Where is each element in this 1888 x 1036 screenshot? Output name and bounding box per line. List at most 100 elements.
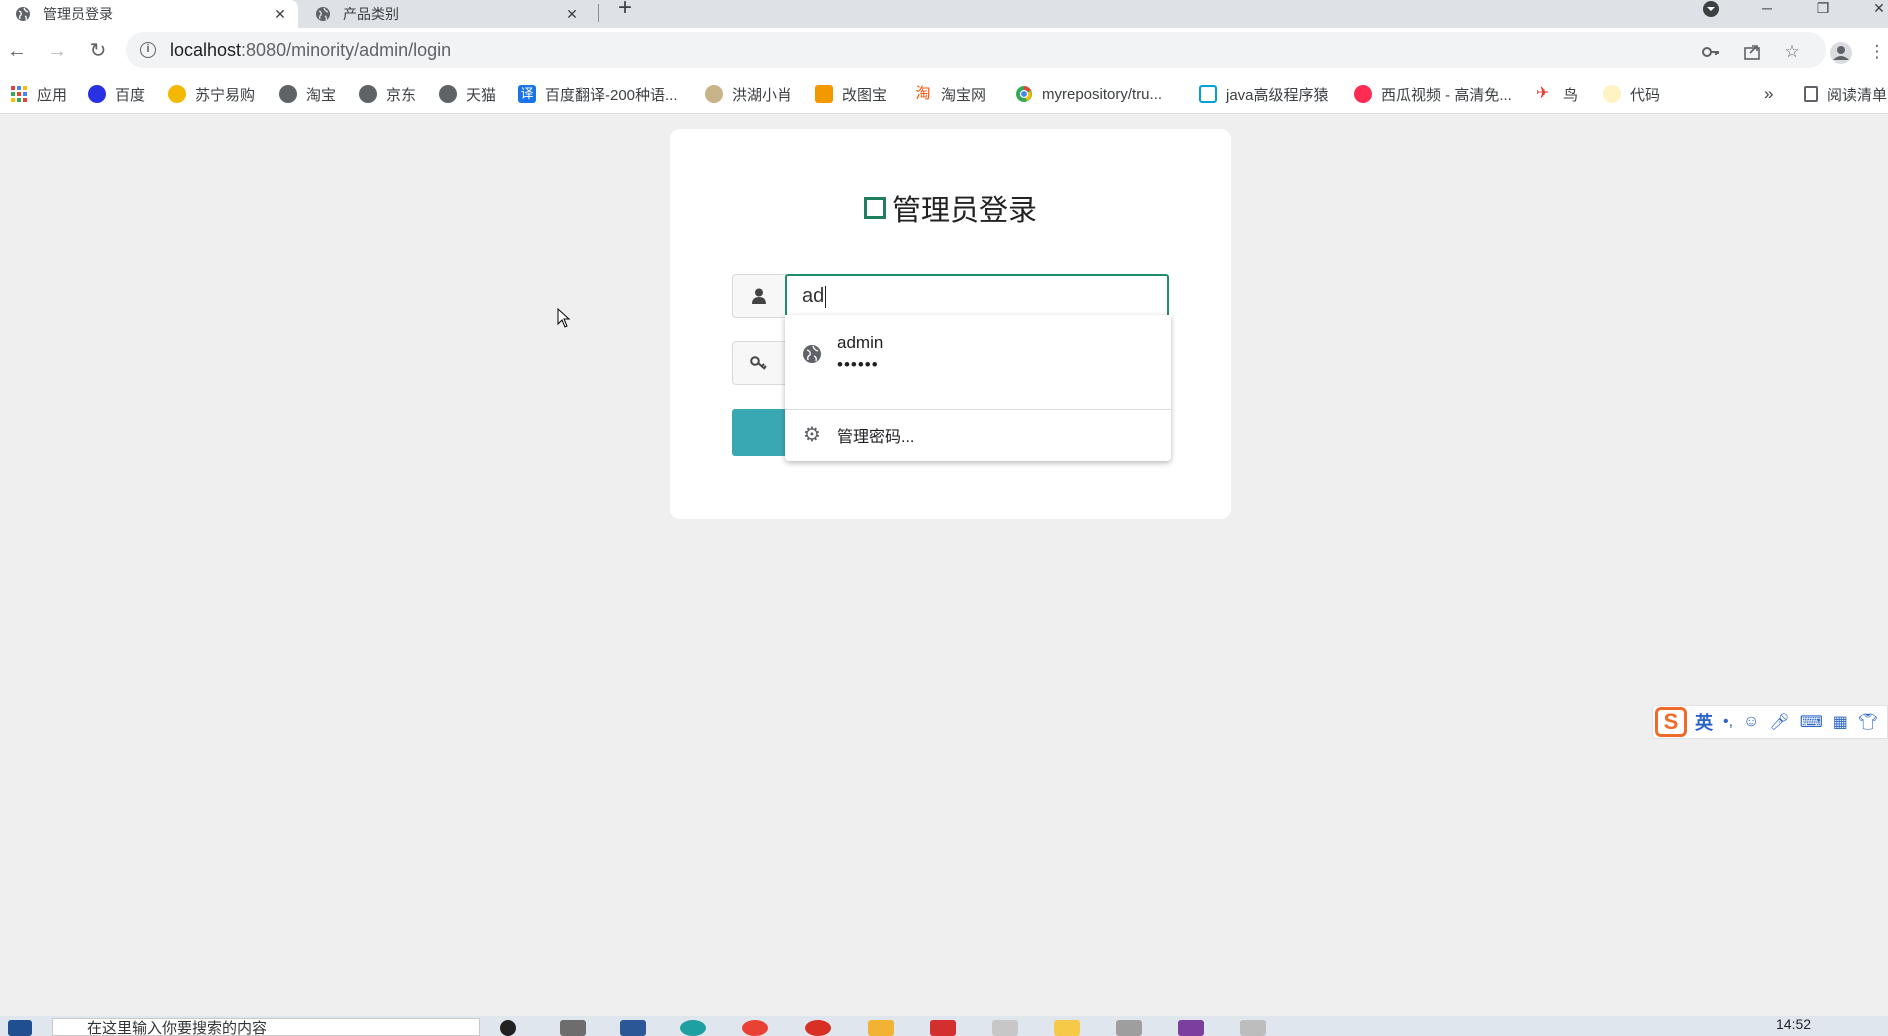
toolbox-icon[interactable]: ▦	[1833, 712, 1848, 732]
bookmark-item[interactable]: 淘 淘宝网	[914, 84, 986, 104]
system-clock[interactable]: 14:52	[1776, 1016, 1811, 1032]
bookmark-label: 淘宝网	[941, 86, 987, 104]
bookmark-item[interactable]: 京东	[359, 84, 416, 104]
sogou-logo-icon[interactable]: S	[1655, 707, 1687, 737]
bookmark-item[interactable]: 洪湖小肖	[705, 84, 792, 104]
start-button[interactable]	[8, 1020, 32, 1036]
saved-username: admin	[837, 333, 884, 352]
bookmark-label: 改图宝	[842, 86, 888, 104]
bookmark-item[interactable]: 苏宁易购	[168, 84, 255, 104]
new-tab-button[interactable]: +	[615, 0, 635, 20]
manage-passwords-item[interactable]: ⚙ 管理密码...	[785, 423, 1171, 447]
tab-separator	[598, 4, 599, 22]
close-icon[interactable]: ✕	[272, 6, 288, 23]
taobao-icon: 淘	[915, 85, 931, 102]
suning-icon	[168, 85, 186, 103]
bookmarks-overflow-button[interactable]: »	[1764, 84, 1773, 104]
bookmark-label: java高级程序猿	[1226, 86, 1329, 104]
user-icon	[752, 288, 766, 304]
window-close-button[interactable]: ✕	[1864, 0, 1888, 20]
app-icon[interactable]	[620, 1020, 646, 1036]
restore-button[interactable]: ❐	[1808, 0, 1838, 20]
reading-list-icon	[1804, 86, 1818, 102]
globe-icon	[439, 85, 457, 103]
emoji-icon[interactable]: ☺	[1743, 713, 1759, 731]
minimize-button[interactable]: ─	[1752, 0, 1782, 20]
address-bar[interactable]: i localhost:8080/minority/admin/login	[126, 32, 1826, 68]
site-info-icon[interactable]: i	[140, 42, 156, 58]
bookmark-item[interactable]: 百度	[88, 84, 145, 104]
text-caret	[825, 285, 827, 308]
globe-icon	[359, 85, 377, 103]
cortana-icon[interactable]	[500, 1020, 516, 1036]
forward-button[interactable]: →	[45, 40, 69, 64]
bookmark-item[interactable]: myrepository/tru...	[1015, 84, 1162, 104]
apps-grid-icon	[11, 86, 27, 102]
tab-product-category[interactable]: 产品类别 ✕	[300, 0, 590, 28]
bookmark-star-icon[interactable]: ☆	[1781, 42, 1803, 64]
app-icon[interactable]	[805, 1020, 831, 1036]
bookmark-item[interactable]: 译 百度翻译-200种语...	[518, 84, 678, 104]
profile-avatar[interactable]	[1830, 42, 1852, 64]
skin-icon[interactable]: 👕︎	[1858, 712, 1878, 732]
bookmark-label: 百度翻译-200种语...	[545, 86, 678, 104]
chrome-icon	[1016, 86, 1032, 102]
globe-icon	[279, 85, 297, 103]
taskbar: 在这里输入你要搜索的内容 14:52	[0, 1016, 1888, 1036]
manage-passwords-label: 管理密码...	[837, 429, 915, 446]
reading-list-button[interactable]: 阅读清单	[1804, 84, 1887, 104]
browser-toolbar: ← → ↻ i localhost:8080/minority/admin/lo…	[0, 28, 1888, 76]
bookmark-item[interactable]: 应用	[10, 84, 67, 104]
bilibili-icon	[1199, 85, 1217, 103]
password-addon	[732, 341, 786, 385]
taskbar-search-input[interactable]: 在这里输入你要搜索的内容	[52, 1018, 480, 1036]
chrome-icon[interactable]	[742, 1020, 768, 1036]
app-icon[interactable]	[992, 1020, 1018, 1036]
menu-kebab-icon[interactable]: ⋮	[1866, 42, 1888, 64]
app-icon[interactable]	[930, 1020, 956, 1036]
bookmark-item[interactable]: 淘宝	[279, 84, 336, 104]
baidu-paw-icon	[88, 85, 106, 103]
keyboard-icon[interactable]: ⌨	[1800, 712, 1823, 732]
translate-icon: 译	[518, 85, 536, 103]
share-icon[interactable]	[1741, 42, 1763, 64]
bookmark-label: 苏宁易购	[195, 86, 256, 104]
url-text: localhost:8080/minority/admin/login	[170, 39, 452, 60]
tab-admin-login[interactable]: 管理员登录 ✕	[0, 0, 298, 28]
xigua-icon	[1354, 85, 1372, 103]
punctuation-icon[interactable]: •,	[1723, 713, 1733, 731]
bookmark-item[interactable]: 天猫	[439, 84, 496, 104]
app-icon[interactable]	[1116, 1020, 1142, 1036]
tab-title: 管理员登录	[43, 6, 113, 22]
bird-red-icon: ✈	[1536, 85, 1550, 102]
tab-search-icon[interactable]	[1696, 0, 1726, 20]
username-input[interactable]: ad	[785, 274, 1169, 318]
bookmark-label: 西瓜视频 - 高清免...	[1381, 86, 1512, 104]
saved-credential-item[interactable]: admin ••••••	[785, 333, 1171, 375]
bookmark-item[interactable]: java高级程序猿	[1199, 84, 1329, 104]
reload-button[interactable]: ↻	[86, 40, 110, 64]
globe-icon	[16, 7, 30, 21]
microphone-icon[interactable]: 🎤︎	[1769, 712, 1789, 732]
back-button[interactable]: ←	[5, 40, 29, 64]
gear-icon: ⚙	[803, 424, 821, 446]
bookmark-label: 淘宝	[306, 86, 337, 104]
bookmark-label: 天猫	[466, 86, 497, 104]
bookmark-item[interactable]: 改图宝	[815, 84, 887, 104]
bookmark-item[interactable]: ✈ 鸟	[1536, 84, 1578, 104]
tab-strip: 管理员登录 ✕ 产品类别 ✕ + ─ ❐ ✕	[0, 0, 1888, 28]
key-icon	[750, 356, 767, 370]
bookmark-item[interactable]: 西瓜视频 - 高清免...	[1354, 84, 1512, 104]
task-view-icon[interactable]	[560, 1020, 586, 1036]
app-icon[interactable]	[1054, 1020, 1080, 1036]
file-explorer-icon[interactable]	[868, 1020, 894, 1036]
bookmark-label: 应用	[37, 86, 68, 104]
key-icon[interactable]	[1700, 42, 1722, 64]
bookmarks-bar: 应用 百度 苏宁易购 淘宝 京东 天猫 译 百度翻译-200种语... 洪湖小肖…	[0, 76, 1888, 114]
ime-language-toggle[interactable]: 英	[1695, 709, 1713, 735]
bookmark-item[interactable]: 代码	[1603, 84, 1660, 104]
intellij-icon[interactable]	[1178, 1020, 1204, 1036]
edge-icon[interactable]	[680, 1020, 706, 1036]
app-icon[interactable]	[1240, 1020, 1266, 1036]
close-icon[interactable]: ✕	[564, 6, 580, 23]
